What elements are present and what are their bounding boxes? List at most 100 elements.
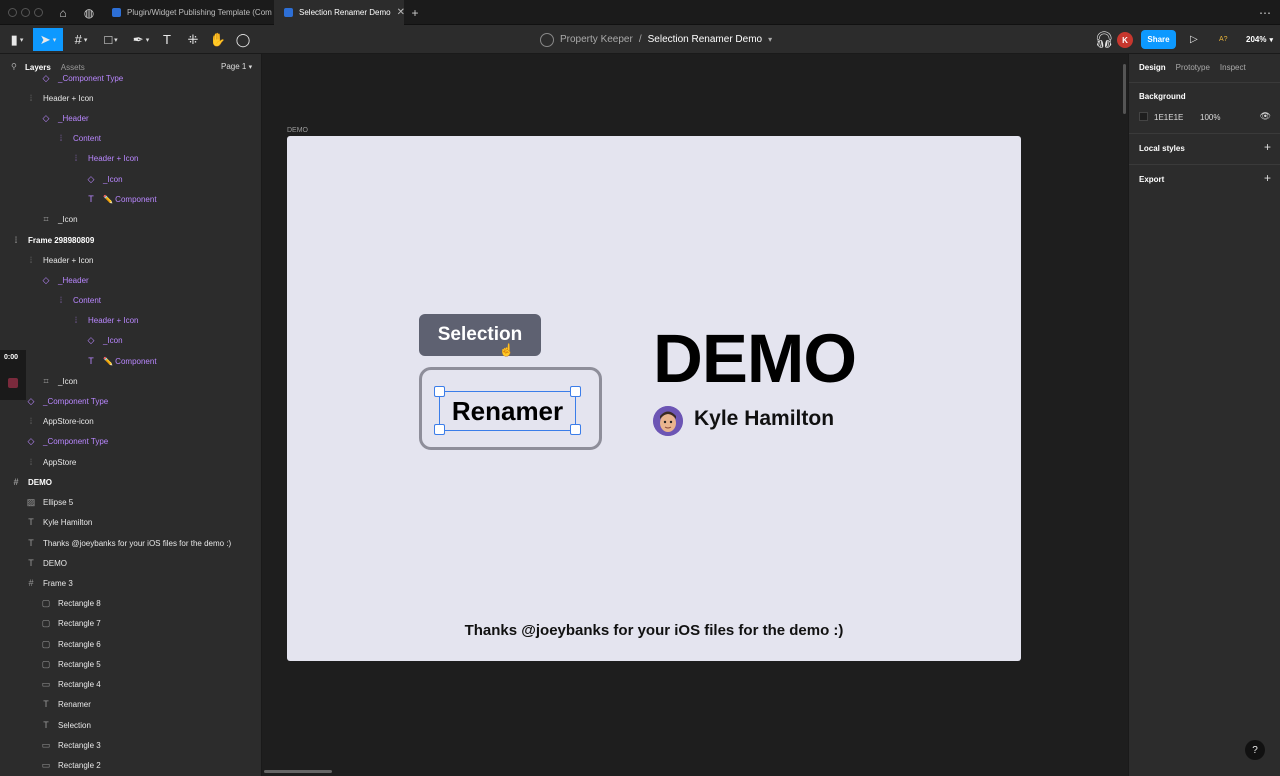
layer-item[interactable]: ◇ _Component Type [25,431,109,451]
share-button[interactable]: Share [1141,30,1176,49]
page-selector[interactable]: Page 1 ▾ [221,62,252,71]
more-icon[interactable]: ⋯ [1257,5,1273,21]
audio-icon[interactable]: 🎧︎ [1094,25,1114,54]
tab-prototype[interactable]: Prototype [1176,63,1210,72]
text-icon: T [163,32,171,47]
renamer-text-selected[interactable]: Renamer [439,391,576,431]
line-icon: ▭ [41,759,51,770]
layer-item[interactable]: ◇ _Component Type [40,68,124,88]
file-name[interactable]: Selection Renamer Demo [648,34,763,45]
layer-item[interactable]: ▭ Rectangle 2 [40,755,101,775]
minimize-window-button[interactable] [21,8,30,17]
layer-item[interactable]: T Thanks @joeybanks for your iOS files fo… [25,533,231,553]
layer-item[interactable]: T Kyle Hamilton [25,512,92,532]
globe-icon[interactable]: ◍ [81,5,97,21]
main-menu-button[interactable]: ▮ ▾ [6,28,28,51]
layer-item[interactable]: ⦙ Header + Icon [70,310,139,330]
pen-tool-button[interactable]: ✒ ▾ [130,28,152,51]
background-opacity[interactable]: 100% [1200,113,1220,122]
layer-item[interactable]: ◇ _Component Type [25,391,109,411]
tab-bar: ⌂ ◍ Plugin/Widget Publishing Template (C… [0,0,1280,25]
add-export-icon[interactable]: + [1264,171,1271,185]
layers-panel: ⚲ Layers Assets Page 1 ▾ ◇ _Component Typ… [0,54,262,776]
layer-item[interactable]: ◇ _Icon [85,330,123,350]
layer-item[interactable]: ▢ Rectangle 7 [40,613,101,633]
background-hex[interactable]: 1E1E1E [1154,113,1183,122]
layer-item[interactable]: # DEMO [10,472,52,492]
team-avatar-icon [540,32,554,47]
move-tool-button[interactable]: ➤ ▾ [33,28,63,51]
present-icon[interactable]: ▷ [1190,25,1198,54]
author-name[interactable]: Kyle Hamilton [694,407,834,431]
layer-item[interactable]: ⦙ AppStore [25,452,76,472]
layer-item[interactable]: T DEMO [25,553,67,573]
text-tool-button[interactable]: T [158,28,176,51]
local-styles-heading: Local styles [1139,144,1185,153]
layer-item[interactable]: ⌗ _Icon [40,209,77,229]
background-swatch[interactable] [1139,112,1148,121]
layer-item[interactable]: ◇ _Header [40,108,89,128]
demo-frame[interactable]: Selection Renamer ☝ DEMO Kyle Hamilton T… [287,136,1021,661]
layer-item[interactable]: ⦙ Header + Icon [25,88,94,108]
layer-item[interactable]: T ✏️ Component [85,189,156,209]
project-name[interactable]: Property Keeper [560,34,633,45]
tab-plugin-template[interactable]: Plugin/Widget Publishing Template (Com [102,0,274,25]
comment-tool-button[interactable]: ◯ [234,28,252,51]
hand-icon: ✋ [209,31,227,47]
resize-handle-bl[interactable] [434,424,445,435]
frame-tool-button[interactable]: # ▾ [70,28,92,51]
new-tab-icon[interactable]: + [407,5,423,21]
layer-item[interactable]: ▭ Rectangle 4 [40,674,101,694]
zoom-window-button[interactable] [34,8,43,17]
layer-item[interactable]: ▢ Rectangle 6 [40,634,101,654]
zoom-menu[interactable]: 204% ▾ [1246,25,1273,54]
layer-item[interactable]: T Selection [40,715,91,735]
resources-button[interactable]: ⁜ [184,28,202,51]
help-button[interactable]: ? [1245,740,1265,760]
hand-tool-button[interactable]: ✋ [209,28,227,51]
tab-design[interactable]: Design [1139,63,1166,72]
frame-label[interactable]: DEMO [287,127,308,134]
resize-handle-tl[interactable] [434,386,445,397]
close-window-button[interactable] [8,8,17,17]
image-icon: ▨ [26,496,36,507]
user-avatar[interactable]: K [1117,32,1133,48]
shape-tool-button[interactable]: □ ▾ [100,28,122,51]
layer-item[interactable]: # Frame 3 [25,573,72,593]
canvas[interactable]: DEMO Selection Renamer ☝ DEMO Kyle Hamil… [262,54,1128,776]
layer-item[interactable]: ◇ _Icon [85,169,123,189]
avatar[interactable] [653,406,683,436]
layer-item[interactable]: ⦙ Header + Icon [70,148,139,168]
thanks-text[interactable]: Thanks @joeybanks for your iOS files for… [287,622,1021,639]
search-icon[interactable]: ⚲ [11,62,17,71]
layer-item[interactable]: ▨ Ellipse 5 [25,492,74,512]
layer-item[interactable]: ⦙ AppStore-icon [25,411,94,431]
layer-item[interactable]: ⦙ Content [55,128,101,148]
layer-item[interactable]: ⦙ Content [55,290,101,310]
selection-chip[interactable]: Selection [419,314,541,356]
layer-item[interactable]: T ✏️ Component [85,351,156,371]
resize-handle-br[interactable] [570,424,581,435]
home-icon[interactable]: ⌂ [55,5,71,21]
vertical-scrollbar[interactable] [1123,64,1126,114]
layer-item[interactable]: ▭ Rectangle 3 [40,735,101,755]
tab-inspect[interactable]: Inspect [1220,63,1246,72]
layer-item[interactable]: ▢ Rectangle 5 [40,654,101,674]
close-tab-icon[interactable]: ✕ [397,7,404,18]
layer-item[interactable]: ▢ Rectangle 8 [40,593,101,613]
tab-selection-renamer[interactable]: Selection Renamer Demo ✕ [274,0,404,25]
add-style-icon[interactable]: + [1264,140,1271,154]
layer-item[interactable]: T Renamer [40,694,91,714]
chevron-down-icon[interactable]: ▾ [768,35,772,44]
eye-icon[interactable]: 👁︎ [1260,111,1271,122]
layer-item[interactable]: ⌗ _Icon [40,371,77,391]
stop-recording-button[interactable] [8,378,18,388]
layer-item[interactable]: ⦙ Header + Icon [25,250,94,270]
pen-icon: ✒ [132,31,144,47]
layer-item[interactable]: ⦙ Frame 298980809 [10,230,94,250]
demo-title[interactable]: DEMO [653,324,857,393]
layer-item[interactable]: ◇ _Header [40,270,89,290]
horizontal-scrollbar[interactable] [264,770,332,773]
resize-handle-tr[interactable] [570,386,581,397]
missing-fonts-indicator[interactable]: A? [1219,25,1228,54]
